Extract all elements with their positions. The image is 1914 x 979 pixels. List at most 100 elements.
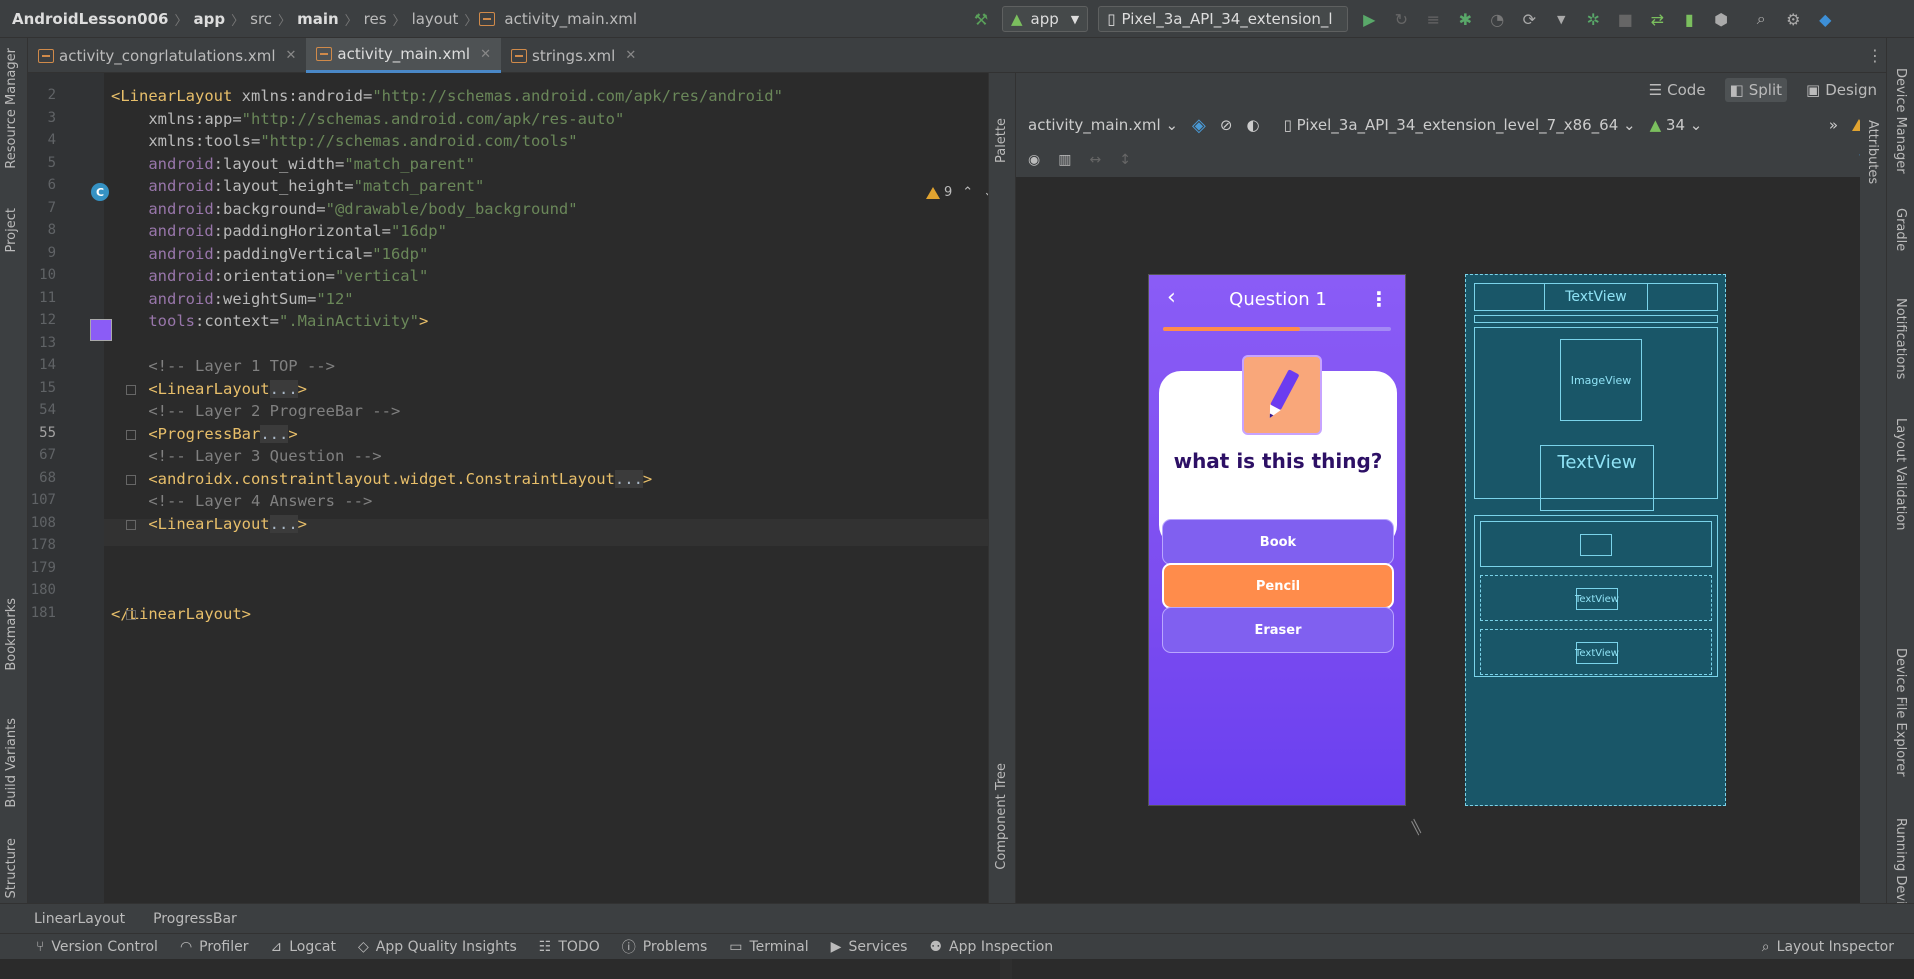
vertical-resize-icon[interactable]: ↕	[1119, 152, 1131, 168]
sync-gradle-icon[interactable]: ⇄	[1646, 8, 1668, 30]
night-mode-icon[interactable]: ◐	[1246, 116, 1259, 134]
fold-toggle-icon[interactable]	[126, 474, 136, 485]
code-line[interactable]: <LinearLayout...>	[111, 514, 307, 533]
fold-toggle-icon[interactable]	[126, 609, 136, 620]
breadcrumb-src[interactable]: src	[246, 10, 276, 28]
device-manager-icon[interactable]: ▮	[1678, 8, 1700, 30]
design-canvas[interactable]	[1016, 177, 1860, 903]
fold-toggle-icon[interactable]	[126, 429, 136, 440]
hammer-icon[interactable]: ⚒	[970, 8, 992, 30]
inspection-widget[interactable]: 9⌃⌄	[926, 185, 994, 200]
fold-toggle-icon[interactable]	[126, 384, 136, 395]
module-select[interactable]: ▲ app ▼	[1002, 6, 1089, 32]
stop-icon[interactable]: ■	[1614, 8, 1636, 30]
path-progressbar[interactable]: ProgressBar	[153, 911, 237, 927]
tab-activity-main[interactable]: activity_main.xml ✕	[306, 38, 502, 73]
orientation-icon[interactable]: ⊘	[1220, 116, 1233, 134]
device-select[interactable]: ▯Pixel_3a_API_34_extension_level_7_x86..…	[1098, 6, 1349, 32]
app-inspection-tool[interactable]: ⚉ App Inspection	[907, 939, 1053, 955]
breadcrumb-layout[interactable]: layout	[408, 10, 463, 28]
bookmarks-tool[interactable]: Bookmarks	[4, 598, 19, 671]
attributes-tool[interactable]: Attributes	[1865, 120, 1880, 184]
settings-gear-icon[interactable]: ⚙	[1782, 8, 1804, 30]
code-line[interactable]: android:layout_width="match_parent"	[111, 155, 475, 173]
design-mode-button[interactable]: ▣ Design	[1801, 78, 1882, 102]
code-line[interactable]: <!-- Layer 2 ProgreeBar -->	[111, 402, 400, 420]
tab-overflow-icon[interactable]: ⋮	[1864, 44, 1886, 66]
code-line[interactable]: <LinearLayout xmlns:android="http://sche…	[111, 87, 783, 105]
code-line[interactable]: android:paddingVertical="16dp"	[111, 245, 428, 263]
gradle-tool[interactable]: Gradle	[1893, 208, 1908, 251]
build-variants-tool[interactable]: Build Variants	[4, 718, 19, 808]
layout-validation-tool[interactable]: Layout Validation	[1893, 418, 1908, 531]
breadcrumb-project[interactable]: AndroidLesson006	[8, 10, 173, 28]
code-line[interactable]: <!-- Layer 4 Answers -->	[111, 492, 372, 510]
component-tree-tool[interactable]: Component Tree	[994, 763, 1009, 870]
chevron-up-icon[interactable]: ⌃	[962, 185, 973, 200]
code-line[interactable]: tools:context=".MainActivity">	[111, 312, 428, 330]
design-surface-icon[interactable]: ◈	[1192, 115, 1206, 136]
structure-tool[interactable]: Structure	[4, 838, 19, 898]
code-line[interactable]: xmlns:tools="http://schemas.android.com/…	[111, 132, 577, 150]
code-line[interactable]: <!-- Layer 3 Question -->	[111, 447, 381, 465]
todo-tool[interactable]: ☷ TODO	[517, 939, 600, 955]
code-line[interactable]: <ProgressBar...>	[111, 424, 298, 443]
run-icon[interactable]: ▶	[1358, 8, 1380, 30]
code-line[interactable]: android:orientation="vertical"	[111, 267, 428, 285]
services-tool[interactable]: ▶ Services	[809, 939, 908, 955]
fold-toggle-icon[interactable]	[126, 519, 136, 530]
coverage-icon[interactable]: ⟳	[1518, 8, 1540, 30]
terminal-tool[interactable]: ▭ Terminal	[707, 939, 808, 955]
path-linearlayout[interactable]: LinearLayout	[34, 911, 125, 927]
breadcrumb-module[interactable]: app	[190, 10, 230, 28]
columns-icon[interactable]: ▥	[1058, 152, 1071, 168]
code-mode-button[interactable]: ☰ Code	[1644, 78, 1711, 102]
code-line[interactable]: android:paddingHorizontal="16dp"	[111, 222, 447, 240]
file-select[interactable]: activity_main.xml ⌄	[1028, 116, 1178, 134]
profile-icon[interactable]: ◔	[1486, 8, 1508, 30]
close-icon[interactable]: ✕	[286, 48, 297, 63]
class-badge-icon[interactable]: C	[91, 183, 109, 201]
code-editor[interactable]: C 9⌃⌄ 2 <LinearLayout xmlns:android="http…	[28, 73, 1012, 979]
logcat-tool[interactable]: ⊿ Logcat	[248, 939, 336, 955]
code-line[interactable]: android:layout_height="match_parent"	[111, 177, 484, 195]
resource-manager-tool[interactable]: Resource Manager	[4, 48, 19, 169]
code-line[interactable]: <androidx.constraintlayout.widget.Constr…	[111, 469, 652, 488]
android-studio-logo-icon[interactable]: ◆	[1814, 8, 1836, 30]
device-select[interactable]: ▯ Pixel_3a_API_34_extension_level_7_x86_…	[1284, 116, 1636, 134]
apply-changes-icon[interactable]: ≡	[1422, 8, 1444, 30]
device-file-explorer-tool[interactable]: Device File Explorer	[1893, 648, 1908, 777]
tab-strings[interactable]: strings.xml ✕	[501, 38, 646, 73]
notifications-tool[interactable]: Notifications	[1893, 298, 1908, 379]
search-icon[interactable]: ⌕	[1750, 8, 1772, 30]
code-line[interactable]: xmlns:app="http://schemas.android.com/ap…	[111, 110, 624, 128]
code-line[interactable]: android:weightSum="12"	[111, 290, 353, 308]
debug-icon[interactable]: ✱	[1454, 8, 1476, 30]
close-icon[interactable]: ✕	[625, 48, 636, 63]
eye-icon[interactable]: ◉	[1028, 152, 1040, 168]
breadcrumb-res[interactable]: res	[360, 10, 391, 28]
code-line[interactable]: android:background="@drawable/body_backg…	[111, 200, 577, 218]
breadcrumb-main[interactable]: main	[293, 10, 343, 28]
attach-debugger-icon[interactable]: ✲	[1582, 8, 1604, 30]
more-run-icon[interactable]: ▼	[1550, 8, 1572, 30]
layout-inspector-tool[interactable]: ⌕ Layout Inspector	[1726, 939, 1914, 955]
split-mode-button[interactable]: ◧ Split	[1724, 78, 1788, 102]
app-quality-insights-tool[interactable]: ◇ App Quality Insights	[336, 939, 517, 955]
problems-tool[interactable]: ⓘ Problems	[600, 937, 708, 957]
breadcrumb-file[interactable]: activity_main.xml	[500, 10, 641, 28]
more-options-icon[interactable]: ⋮	[1369, 287, 1389, 311]
answer-button-eraser[interactable]: Eraser	[1162, 607, 1394, 653]
answer-button-book[interactable]: Book	[1162, 519, 1394, 565]
horizontal-resize-icon[interactable]: ↔	[1089, 152, 1101, 168]
expand-icon[interactable]: »	[1829, 116, 1838, 134]
profiler-tool[interactable]: ◠ Profiler	[158, 939, 249, 955]
close-icon[interactable]: ✕	[480, 47, 491, 62]
code-line[interactable]: <LinearLayout...>	[111, 379, 307, 398]
color-swatch-icon[interactable]	[90, 319, 112, 341]
palette-tool[interactable]: Palette	[994, 118, 1009, 163]
rerun-icon[interactable]: ↻	[1390, 8, 1412, 30]
device-manager-tool[interactable]: Device Manager	[1893, 68, 1908, 174]
sdk-manager-icon[interactable]: ⬢	[1710, 8, 1732, 30]
tab-activity-congrlatulations[interactable]: activity_congrlatulations.xml ✕	[28, 38, 306, 73]
